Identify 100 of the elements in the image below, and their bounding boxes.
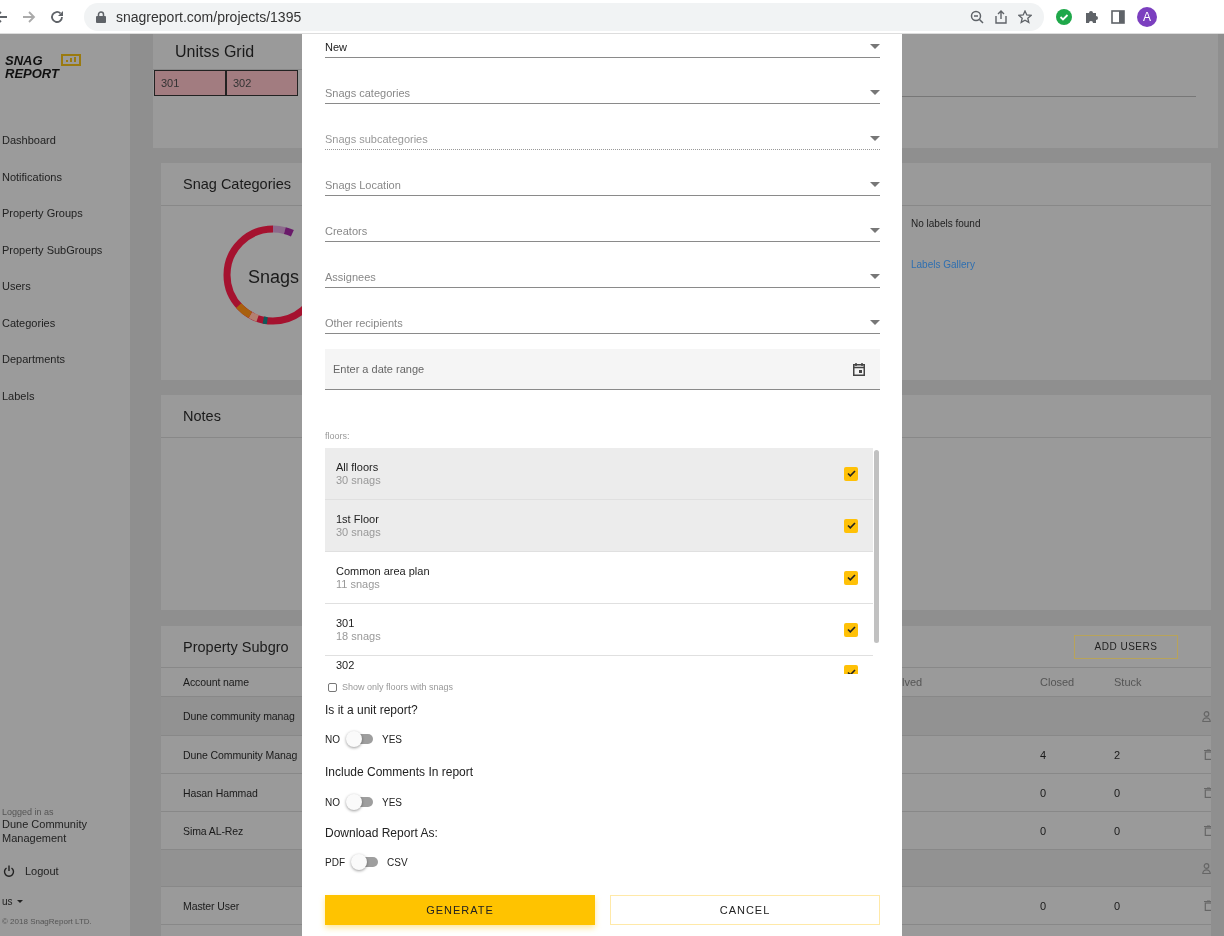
zoom-icon[interactable] — [970, 9, 984, 24]
cancel-button[interactable]: CANCEL — [610, 895, 880, 925]
option-question: Download Report As: — [325, 826, 438, 840]
snag-count: 30 snags — [336, 474, 382, 486]
share-icon[interactable] — [994, 9, 1008, 24]
floor-checkbox[interactable] — [844, 622, 858, 637]
snag-count: 30 snags — [336, 526, 382, 538]
select-field[interactable]: Creators — [325, 220, 880, 242]
nav-item[interactable]: Dashboard — [0, 122, 130, 159]
unit-cell[interactable]: 302 — [226, 70, 298, 96]
dropdown-caret-icon — [870, 274, 880, 279]
toggle-off-label: NO — [325, 796, 340, 808]
side-panel-icon[interactable] — [1111, 9, 1125, 24]
card-title: Snag Categories — [182, 176, 291, 192]
user-name: Dune Community Management — [1, 817, 88, 845]
check-icon — [846, 470, 856, 477]
floor-name: Common area plan — [336, 565, 431, 577]
logged-in-label: Logged in as — [1, 807, 55, 817]
puzzle-icon[interactable] — [1084, 9, 1099, 24]
logout-link[interactable]: Logout — [0, 861, 130, 881]
stuck-count: 0 — [1114, 824, 1122, 837]
option-question: Is it a unit report? — [325, 703, 418, 717]
floor-name: 302 — [336, 659, 356, 671]
floor-name: All floors — [336, 461, 380, 473]
select-field[interactable]: Snags Location — [325, 174, 880, 196]
checkbox-label: Show only floors with snags — [342, 682, 454, 692]
stuck-count: 2 — [1114, 748, 1122, 761]
closed-count: 0 — [1040, 786, 1048, 799]
account-name-cell-text: Dune Community Manag — [182, 748, 298, 761]
language-selector[interactable]: us — [2, 895, 13, 907]
card-title: Unitss Grid — [174, 42, 255, 61]
show-only-checkbox[interactable] — [328, 682, 337, 692]
floors-label: floors: — [325, 431, 350, 441]
reload-icon[interactable] — [50, 9, 64, 24]
floor-item[interactable]: All floors 30 snags — [325, 448, 873, 500]
unit-cell[interactable]: 301 — [154, 70, 226, 96]
nav-item[interactable]: Labels — [0, 377, 130, 414]
copyright-text: © 2018 SnagReport LTD. — [2, 917, 93, 926]
closed-count: 0 — [1040, 824, 1048, 837]
check-icon — [846, 668, 856, 674]
floor-name: 301 — [336, 617, 356, 629]
toggle-on-label: YES — [382, 733, 402, 745]
select-field[interactable]: Snags categories — [325, 82, 880, 104]
empty-labels-message: No labels found — [910, 218, 982, 229]
floor-item[interactable]: Common area plan 11 snags — [325, 552, 873, 604]
nav-item[interactable]: Users — [0, 268, 130, 305]
toggle-off-label: NO — [325, 733, 340, 745]
floor-checkbox[interactable] — [844, 518, 858, 533]
account-name-cell-text: Hasan Hammad — [182, 786, 258, 799]
toggle-off-label: PDF — [325, 856, 345, 868]
nav-item[interactable]: Notifications — [0, 158, 130, 195]
star-icon[interactable] — [1018, 9, 1032, 24]
toggle-on-label: CSV — [387, 856, 408, 868]
floor-item[interactable]: 301 18 snags — [325, 604, 873, 656]
floor-name: 1st Floor — [336, 513, 380, 525]
account-name-cell-text: Sima AL-Rez — [182, 824, 244, 837]
calendar-icon[interactable] — [853, 362, 865, 376]
closed-count: 0 — [1040, 899, 1048, 912]
stuck-count: 0 — [1114, 786, 1122, 799]
nav-item[interactable]: Property SubGroups — [0, 231, 130, 268]
column-header: Account name — [182, 676, 249, 688]
column-header: Stuck — [1114, 676, 1143, 688]
account-name-cell-text: Dune community manag — [182, 710, 295, 722]
nav-item[interactable]: Departments — [0, 341, 130, 378]
check-icon — [846, 626, 856, 633]
generate-button[interactable]: GENERATE — [325, 895, 595, 925]
card-title: Property Subgro — [182, 638, 289, 655]
add-users-button[interactable]: ADD USERS — [1074, 634, 1178, 659]
nav-item[interactable]: Categories — [0, 304, 130, 341]
select-field[interactable]: New — [325, 36, 880, 58]
scrollbar-thumb[interactable] — [874, 450, 879, 643]
account-name-cell-text: Master User — [182, 899, 240, 912]
select-field[interactable]: Assignees — [325, 266, 880, 288]
floor-item[interactable]: 1st Floor 30 snags — [325, 500, 873, 552]
snag-count: 11 snags — [336, 578, 381, 590]
floor-checkbox[interactable] — [844, 570, 858, 585]
stuck-count: 0 — [1114, 899, 1122, 912]
lock-icon — [96, 10, 106, 23]
power-icon — [3, 865, 15, 877]
donut-center-label: Snags — [248, 267, 300, 288]
column-header: lved — [902, 676, 924, 688]
check-icon — [846, 574, 856, 581]
dropdown-caret-icon — [870, 182, 880, 187]
option-question: Include Comments In report — [325, 765, 474, 779]
dropdown-caret-icon — [870, 44, 880, 49]
dropdown-caret-icon — [870, 90, 880, 95]
nav-item[interactable]: Property Groups — [0, 195, 130, 232]
dropdown-caret-icon — [870, 136, 880, 141]
caret-icon[interactable] — [16, 899, 23, 903]
snag-count: 18 snags — [336, 630, 382, 642]
app-logo[interactable]: SNAG REPORT — [5, 54, 59, 80]
check-icon — [846, 522, 856, 529]
floor-checkbox[interactable] — [844, 466, 858, 481]
select-field[interactable]: Other recipients — [325, 312, 880, 334]
dropdown-caret-icon — [870, 228, 880, 233]
closed-count: 4 — [1040, 748, 1048, 761]
date-range-field[interactable]: Enter a date range — [325, 349, 880, 390]
profile-avatar[interactable]: A — [1137, 6, 1157, 27]
check-circle-icon[interactable] — [1056, 8, 1072, 25]
dropdown-caret-icon — [870, 320, 880, 325]
